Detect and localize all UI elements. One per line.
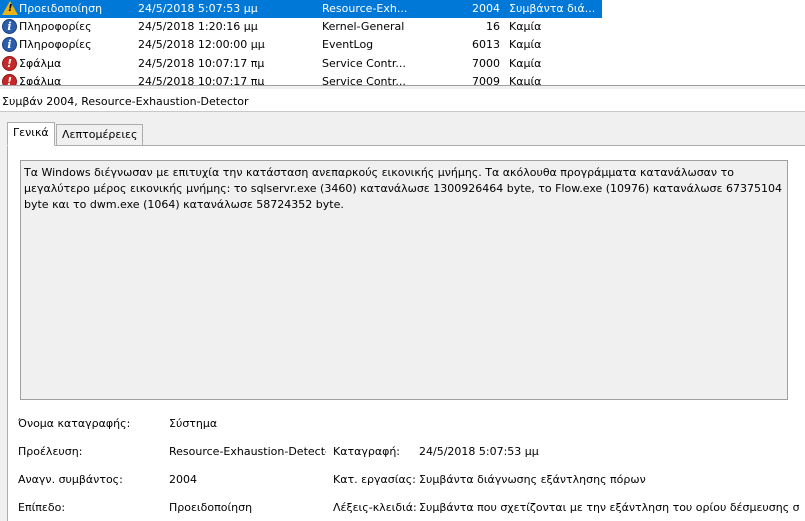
event-source: Resource-Exh... bbox=[322, 2, 408, 15]
level-value: Προειδοποίηση bbox=[169, 501, 253, 514]
log-name-value: Σύστημα bbox=[169, 417, 218, 430]
source-label: Προέλευση: bbox=[18, 445, 83, 458]
event-level: Πληροφορίες bbox=[19, 20, 92, 33]
source-value: Resource-Exhaustion-Detectc bbox=[169, 445, 326, 458]
event-row[interactable]: Σφάλμα 24/5/2018 10:07:17 πμ Service Con… bbox=[0, 55, 805, 73]
event-level: Πληροφορίες bbox=[19, 38, 92, 51]
event-source: Service Contr... bbox=[322, 57, 406, 70]
event-id: 6013 bbox=[472, 38, 500, 51]
general-tab-panel: Τα Windows διέγνωσαν με επιτυχία την κατ… bbox=[7, 145, 805, 521]
event-date: 24/5/2018 10:07:17 πμ bbox=[138, 57, 265, 70]
event-task: Καμία bbox=[509, 38, 542, 51]
event-id: 2004 bbox=[472, 2, 500, 15]
keywords-value: Συμβάντα που σχετίζονται με την εξάντλησ… bbox=[419, 501, 799, 514]
event-source: Service Contr... bbox=[322, 75, 406, 85]
event-date: 24/5/2018 5:07:53 μμ bbox=[138, 2, 258, 15]
warning-icon bbox=[2, 1, 18, 17]
info-icon bbox=[2, 37, 18, 53]
event-date: 24/5/2018 10:07:17 πμ bbox=[138, 75, 265, 85]
details-title: Συμβάν 2004, Resource-Exhaustion-Detecto… bbox=[2, 95, 249, 108]
level-label: Επίπεδο: bbox=[18, 501, 66, 514]
event-task: Καμία bbox=[509, 20, 542, 33]
event-date: 24/5/2018 12:00:00 μμ bbox=[138, 38, 265, 51]
event-task: Συμβάντα διά... bbox=[509, 2, 596, 15]
info-icon bbox=[2, 19, 18, 35]
keywords-label: Λέξεις-κλειδιά: bbox=[333, 501, 417, 514]
details-pane: Γενικά Λεπτομέρειες Τα Windows διέγνωσαν… bbox=[0, 112, 805, 521]
error-icon bbox=[2, 74, 18, 85]
event-id-value: 2004 bbox=[169, 473, 197, 486]
event-id-label: Αναγν. συμβάντος: bbox=[18, 473, 123, 486]
event-row[interactable]: Πληροφορίες 24/5/2018 12:00:00 μμ EventL… bbox=[0, 36, 805, 54]
pane-splitter[interactable] bbox=[0, 85, 805, 89]
event-level: Σφάλμα bbox=[19, 75, 62, 85]
log-name-label: Όνομα καταγραφής: bbox=[18, 417, 131, 430]
details-header: Συμβάν 2004, Resource-Exhaustion-Detecto… bbox=[0, 92, 805, 112]
event-level: Προειδοποίηση bbox=[19, 2, 103, 15]
tab-general[interactable]: Γενικά bbox=[7, 122, 55, 146]
event-row[interactable]: Πληροφορίες 24/5/2018 1:20:16 μμ Kernel-… bbox=[0, 18, 805, 36]
event-source: EventLog bbox=[322, 38, 374, 51]
task-category-value: Συμβάντα διάγνωσης εξάντλησης πόρων bbox=[419, 473, 646, 486]
task-category-label: Κατ. εργασίας: bbox=[333, 473, 416, 486]
logged-label: Καταγραφή: bbox=[333, 445, 401, 458]
event-list[interactable]: Προειδοποίηση 24/5/2018 5:07:53 μμ Resou… bbox=[0, 0, 805, 85]
event-id: 7009 bbox=[472, 75, 500, 85]
event-description[interactable]: Τα Windows διέγνωσαν με επιτυχία την κατ… bbox=[20, 160, 788, 400]
event-row[interactable]: Προειδοποίηση 24/5/2018 5:07:53 μμ Resou… bbox=[0, 0, 805, 18]
event-id: 7000 bbox=[472, 57, 500, 70]
event-id: 16 bbox=[486, 20, 500, 33]
event-date: 24/5/2018 1:20:16 μμ bbox=[138, 20, 258, 33]
logged-value: 24/5/2018 5:07:53 μμ bbox=[419, 445, 539, 458]
tab-details[interactable]: Λεπτομέρειες bbox=[56, 124, 144, 146]
error-icon bbox=[2, 56, 18, 72]
event-row[interactable]: Σφάλμα 24/5/2018 10:07:17 πμ Service Con… bbox=[0, 73, 805, 85]
event-level: Σφάλμα bbox=[19, 57, 62, 70]
event-source: Kernel-General bbox=[322, 20, 405, 33]
event-task: Καμία bbox=[509, 57, 542, 70]
event-task: Καμία bbox=[509, 75, 542, 85]
